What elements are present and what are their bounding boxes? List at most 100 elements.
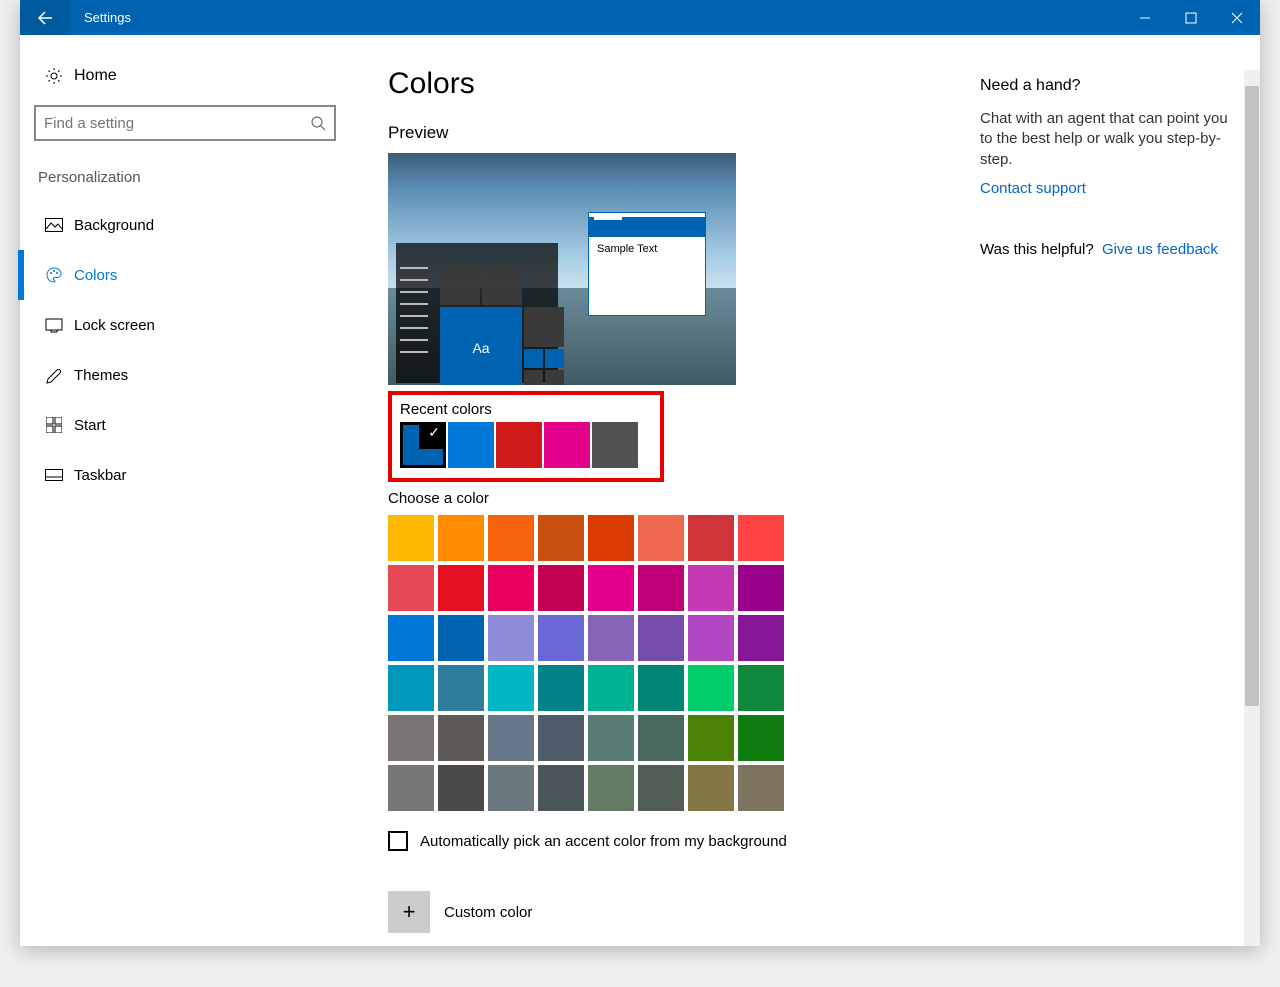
preview-thumbnail: Aa Sample Text — [388, 153, 736, 385]
sidebar-item-themes[interactable]: Themes — [20, 350, 350, 400]
color-swatch[interactable] — [538, 665, 584, 711]
help-panel: Need a hand? Chat with an agent that can… — [980, 35, 1260, 946]
tiles-icon — [46, 417, 62, 433]
monitor-icon — [45, 318, 63, 333]
sidebar-item-start[interactable]: Start — [20, 400, 350, 450]
color-swatch[interactable] — [638, 515, 684, 561]
color-swatch[interactable] — [538, 565, 584, 611]
contact-support-link[interactable]: Contact support — [980, 180, 1230, 197]
search-box[interactable] — [34, 105, 336, 141]
color-swatch[interactable] — [438, 515, 484, 561]
color-grid — [388, 515, 980, 811]
preview-label: Preview — [388, 123, 980, 143]
auto-pick-checkbox[interactable] — [388, 831, 408, 851]
color-swatch[interactable] — [638, 565, 684, 611]
scrollbar-thumb[interactable] — [1245, 86, 1259, 706]
color-swatch[interactable] — [688, 765, 734, 811]
color-swatch[interactable] — [738, 615, 784, 661]
sidebar-item-background[interactable]: Background — [20, 200, 350, 250]
color-swatch[interactable] — [588, 565, 634, 611]
color-swatch[interactable] — [488, 565, 534, 611]
main-content: Colors Preview Aa — [350, 35, 980, 946]
color-swatch[interactable] — [688, 615, 734, 661]
color-swatch[interactable] — [738, 515, 784, 561]
feedback-link[interactable]: Give us feedback — [1102, 241, 1218, 258]
color-swatch[interactable] — [588, 765, 634, 811]
recent-color-swatch[interactable] — [544, 422, 590, 468]
sidebar-category: Personalization — [20, 159, 350, 200]
brush-icon — [45, 366, 63, 384]
color-swatch[interactable] — [688, 715, 734, 761]
color-swatch[interactable] — [388, 565, 434, 611]
color-swatch[interactable] — [738, 665, 784, 711]
color-swatch[interactable] — [388, 515, 434, 561]
color-swatch[interactable] — [438, 715, 484, 761]
search-input[interactable] — [44, 115, 310, 132]
color-swatch[interactable] — [738, 765, 784, 811]
custom-color-label: Custom color — [444, 904, 532, 921]
color-swatch[interactable] — [688, 515, 734, 561]
plus-icon: + — [403, 899, 416, 925]
maximize-button[interactable] — [1168, 0, 1214, 35]
sidebar-item-lock-screen[interactable]: Lock screen — [20, 300, 350, 350]
home-link[interactable]: Home — [20, 55, 350, 97]
sidebar: Home Personalization Background Colors L… — [20, 35, 350, 946]
color-swatch[interactable] — [488, 715, 534, 761]
color-swatch[interactable] — [388, 715, 434, 761]
recent-colors-section: Recent colors ✓ — [388, 391, 664, 482]
home-label: Home — [74, 67, 117, 85]
color-swatch[interactable] — [588, 715, 634, 761]
color-swatch[interactable] — [488, 765, 534, 811]
color-swatch[interactable] — [388, 615, 434, 661]
color-swatch[interactable] — [688, 565, 734, 611]
scrollbar[interactable] — [1244, 70, 1260, 946]
color-swatch[interactable] — [538, 615, 584, 661]
color-swatch[interactable] — [438, 565, 484, 611]
sidebar-item-taskbar[interactable]: Taskbar — [20, 450, 350, 500]
help-header: Need a hand? — [980, 77, 1230, 95]
color-swatch[interactable] — [588, 515, 634, 561]
color-swatch[interactable] — [438, 665, 484, 711]
color-swatch[interactable] — [688, 665, 734, 711]
preview-sample-window: Sample Text — [588, 212, 706, 316]
page-title: Colors — [388, 67, 980, 101]
sidebar-item-label: Taskbar — [74, 467, 127, 484]
sidebar-item-label: Themes — [74, 367, 128, 384]
color-swatch[interactable] — [538, 765, 584, 811]
color-swatch[interactable] — [388, 665, 434, 711]
color-swatch[interactable] — [588, 615, 634, 661]
color-swatch[interactable] — [488, 615, 534, 661]
color-swatch[interactable] — [538, 515, 584, 561]
was-helpful-label: Was this helpful? — [980, 241, 1094, 258]
close-button[interactable] — [1214, 0, 1260, 35]
color-swatch[interactable] — [638, 615, 684, 661]
preview-sample-text: Sample Text — [589, 237, 705, 261]
color-swatch[interactable] — [488, 665, 534, 711]
search-icon — [310, 115, 326, 131]
custom-color-button[interactable]: + — [388, 891, 430, 933]
recent-color-swatch[interactable] — [496, 422, 542, 468]
color-swatch[interactable] — [438, 615, 484, 661]
sidebar-item-label: Background — [74, 217, 154, 234]
arrow-left-icon — [37, 10, 53, 26]
minimize-button[interactable] — [1122, 0, 1168, 35]
color-swatch[interactable] — [738, 715, 784, 761]
titlebar: Settings — [20, 0, 1260, 35]
back-button[interactable] — [20, 0, 70, 35]
recent-color-swatch[interactable] — [448, 422, 494, 468]
color-swatch[interactable] — [538, 715, 584, 761]
color-swatch[interactable] — [488, 515, 534, 561]
color-swatch[interactable] — [638, 765, 684, 811]
recent-colors-label: Recent colors — [400, 401, 652, 418]
sidebar-item-label: Colors — [74, 267, 117, 284]
color-swatch[interactable] — [638, 665, 684, 711]
color-swatch[interactable] — [738, 565, 784, 611]
palette-icon — [45, 266, 63, 284]
color-swatch[interactable] — [588, 665, 634, 711]
recent-color-swatch[interactable] — [592, 422, 638, 468]
color-swatch[interactable] — [638, 715, 684, 761]
color-swatch[interactable] — [388, 765, 434, 811]
recent-color-swatch[interactable]: ✓ — [400, 422, 446, 468]
sidebar-item-colors[interactable]: Colors — [20, 250, 350, 300]
color-swatch[interactable] — [438, 765, 484, 811]
